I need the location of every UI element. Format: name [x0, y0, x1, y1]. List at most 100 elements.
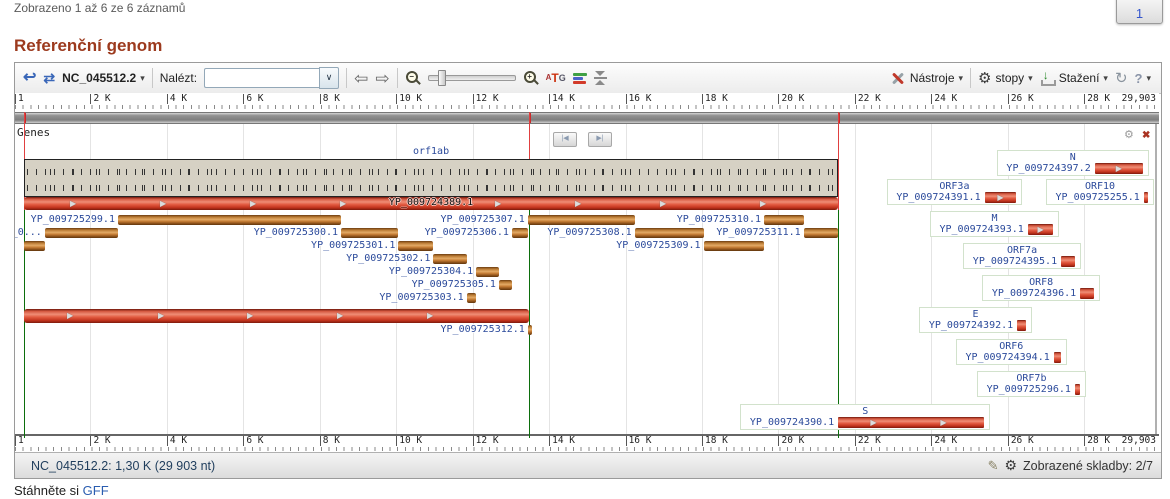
gene-box-e[interactable]: EYP_009724392.1 — [919, 307, 1032, 333]
cds-bar[interactable] — [1075, 384, 1080, 395]
refseq-dropdown[interactable]: NC_045512.2 ▾ — [62, 71, 145, 85]
peptide-label[interactable]: YP_009725306.1 — [425, 228, 509, 238]
peptide-label[interactable]: YP_009725311.1 — [716, 228, 800, 238]
peptide-bar[interactable] — [528, 215, 635, 225]
gene-box-orf8[interactable]: ORF8YP_009724396.1 — [982, 275, 1100, 301]
gene-box-orf6[interactable]: ORF6YP_009724394.1 — [956, 339, 1067, 365]
cds-label[interactable]: YP_009724394.1 — [965, 353, 1049, 363]
cds-bar[interactable]: ▶ — [1028, 224, 1054, 235]
gene-box-m[interactable]: MYP_009724393.1▶ — [930, 211, 1060, 237]
gene-box-orf3a[interactable]: ORF3aYP_009724391.1▶ — [887, 179, 1023, 205]
flip-strand-icon[interactable]: ⇄ — [43, 71, 55, 85]
gene-box-orf10[interactable]: ORF10YP_009725255.1 — [1046, 179, 1154, 205]
peptide-bar[interactable] — [24, 241, 45, 251]
sequence-atg-icon[interactable]: ATG — [546, 73, 566, 83]
cds-label[interactable]: YP_009725255.1 — [1056, 193, 1140, 203]
peptide-bar[interactable] — [528, 325, 532, 335]
cds-bar[interactable]: ▶▶ — [838, 417, 984, 428]
peptide-label[interactable]: YP_009725303.1 — [379, 293, 463, 303]
cds-label[interactable]: YP_009724396.1 — [992, 289, 1076, 299]
peptide-label[interactable]: YP_009725307.1 — [441, 215, 525, 225]
zoom-in-icon[interactable]: + — [523, 70, 539, 86]
refresh-icon[interactable]: ↻ — [1115, 71, 1128, 86]
peptide-bar[interactable] — [704, 241, 764, 251]
cds-bar-orf1a[interactable]: ▶▶▶▶▶ — [24, 309, 529, 323]
gene-box-s[interactable]: SYP_009724390.1▶▶ — [740, 404, 990, 430]
cds-label[interactable]: YP_009724392.1 — [929, 321, 1013, 331]
gff-link[interactable]: GFF — [83, 483, 109, 498]
peptide-bar[interactable] — [433, 254, 466, 264]
peptide-label[interactable]: YP_009725310.1 — [677, 215, 761, 225]
combobox-dropdown-icon[interactable]: ∨ — [319, 67, 339, 89]
pan-left-icon[interactable]: ⇦ — [354, 70, 368, 87]
peptide-label[interactable]: YP_009725312.1 — [441, 325, 525, 335]
search-input[interactable] — [204, 68, 319, 88]
peptide-bar[interactable] — [341, 228, 398, 238]
peptide-label[interactable]: YP_009725300.1 — [254, 228, 338, 238]
cds-label[interactable]: YP_009724393.1 — [940, 225, 1024, 235]
peptide-label[interactable]: YP_009725308.1 — [547, 228, 631, 238]
track-close-icon[interactable]: ✖ — [1142, 130, 1150, 141]
peptide-label[interactable]: YP_0... — [15, 228, 42, 238]
overview-scrollbar[interactable] — [15, 112, 1159, 124]
peptide-label[interactable]: YP_009725304.1 — [389, 267, 473, 277]
cds-bar[interactable]: ▶ — [1095, 163, 1143, 174]
peptide-label[interactable]: YP_009725309.1 — [616, 241, 700, 251]
edit-pencil-icon[interactable]: ✎ — [988, 458, 999, 474]
peptide-bar[interactable] — [45, 228, 118, 238]
cds-label[interactable]: YP_009724397.2 — [1006, 164, 1090, 174]
download-menu-button[interactable]: ↓ Stažení ▾ — [1040, 71, 1108, 86]
cds-bar[interactable] — [1054, 352, 1061, 363]
peptide-bar[interactable] — [118, 215, 341, 225]
track-canvas[interactable]: 12 K4 K6 K8 K10 K12 K14 K16 K18 K20 K22 … — [15, 93, 1159, 452]
tools-menu-button[interactable]: Nástroje ▾ — [890, 70, 963, 86]
peptide-bar[interactable] — [398, 241, 433, 251]
peptide-label[interactable]: YP_009725305.1 — [412, 280, 496, 290]
cds-label[interactable]: YP_009724395.1 — [973, 257, 1057, 267]
peptide-label[interactable]: YP_009725299.1 — [31, 215, 115, 225]
cds-bar[interactable]: ▶ — [985, 192, 1017, 203]
zoom-slider[interactable] — [428, 75, 516, 81]
peptide-bar[interactable] — [467, 293, 476, 303]
pan-right-icon[interactable]: ⇨ — [375, 70, 389, 87]
gene-box-orf7b[interactable]: ORF7bYP_009725296.1 — [977, 371, 1086, 397]
gene-box-n[interactable]: NYP_009724397.2▶ — [997, 150, 1149, 176]
zoom-slider-handle[interactable] — [438, 70, 446, 86]
track-gear-icon[interactable]: ⚙ — [1124, 130, 1134, 141]
pagination-page-1-button[interactable]: 1 — [1116, 0, 1163, 24]
gene-box-orf1ab[interactable] — [24, 159, 838, 197]
help-menu-button[interactable]: ? ▾ — [1135, 71, 1151, 86]
ruler-tick-label: 20 K — [778, 94, 804, 104]
peptide-bar[interactable] — [764, 215, 804, 225]
cds-label[interactable]: YP_009724390.1 — [750, 418, 834, 428]
cds-bar[interactable] — [1144, 192, 1148, 203]
peptide-bar[interactable] — [512, 228, 528, 238]
search-combobox[interactable]: ∨ — [204, 67, 339, 89]
peptide-bar[interactable] — [476, 267, 499, 277]
ruler-tick-label: 16 K — [626, 436, 652, 446]
gene-box-orf7a[interactable]: ORF7aYP_009724395.1 — [963, 243, 1081, 269]
peptide-bar[interactable] — [804, 228, 838, 238]
cds-label-orf1ab[interactable]: YP_009724389.1 — [389, 198, 473, 208]
track-page-next-button[interactable]: ▶| — [588, 132, 612, 147]
peptide-label[interactable]: YP_009725302.1 — [346, 254, 430, 264]
zoom-out-icon[interactable]: − — [405, 70, 421, 86]
peptide-bar[interactable] — [499, 280, 512, 290]
visible-tracks-status[interactable]: Zobrazené skladby: 2/7 — [1023, 459, 1153, 473]
track-page-prev-button[interactable]: |◀ — [553, 132, 577, 147]
cds-bar[interactable] — [1061, 256, 1075, 267]
cds-label[interactable]: YP_009724391.1 — [896, 193, 980, 203]
back-icon[interactable]: ↩ — [23, 70, 36, 86]
gene-label-orf1ab[interactable]: orf1ab — [413, 147, 449, 157]
peptide-bar[interactable] — [635, 228, 704, 238]
gear-icon[interactable]: ⚙ — [1004, 457, 1017, 474]
cds-bar[interactable] — [1017, 320, 1026, 331]
peptide-label[interactable]: YP_009725301.1 — [311, 241, 395, 251]
tracks-menu-button[interactable]: ⚙ stopy ▾ — [978, 71, 1033, 86]
track-label-genes[interactable]: Genes — [17, 126, 50, 139]
cds-bar[interactable] — [1080, 288, 1094, 299]
highlight-tracks-icon[interactable] — [573, 73, 587, 84]
collapse-tracks-icon[interactable] — [594, 71, 607, 85]
cds-label[interactable]: YP_009725296.1 — [987, 385, 1071, 395]
genome-browser: ↩ ⇄ NC_045512.2 ▾ Nalézt: ∨ ⇦ ⇨ − — [14, 62, 1162, 479]
